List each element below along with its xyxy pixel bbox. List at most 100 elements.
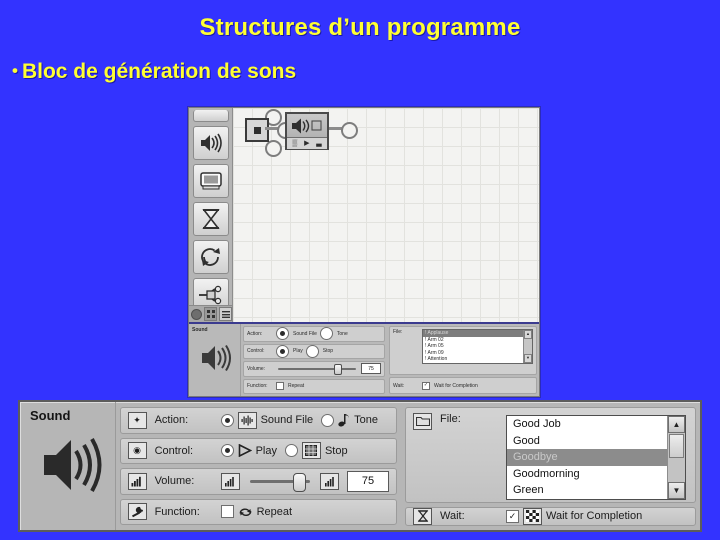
page-title: Structures d’un programme [199, 14, 521, 41]
sound-block[interactable]: ▒ ▶ ▃ [285, 112, 329, 150]
loop-arrows-glyph [200, 248, 220, 266]
inline-wait-option[interactable]: ✓ Wait for Completion [422, 381, 478, 390]
slider-handle[interactable] [293, 472, 307, 492]
inline-file-row: File: ! Applause ! Arm 02 ! Arm 05 ! Arm… [389, 326, 537, 375]
speaker-icon [202, 344, 231, 372]
radio-icon[interactable] [284, 444, 298, 458]
switch-fork-glyph [198, 285, 221, 305]
complete-palette-tab[interactable] [204, 307, 217, 321]
inline-file-list[interactable]: ! Applause ! Arm 02 ! Arm 05 ! Arm 09 ! … [422, 329, 533, 364]
music-note-glyph [338, 414, 349, 427]
volume-high-icon [320, 472, 339, 490]
volume-label: Volume: [154, 475, 195, 488]
control-play-label: Play [255, 444, 277, 457]
list-item[interactable]: ! Attention [423, 356, 523, 363]
radio-icon[interactable] [321, 413, 335, 427]
volume-low-icon [220, 472, 240, 490]
scrollbar-thumb[interactable] [669, 434, 684, 458]
block-palette [189, 108, 233, 322]
bullet-marker: • [12, 61, 18, 80]
radio-icon[interactable] [276, 344, 289, 358]
inline-repeat-label: Repeat [288, 383, 305, 390]
inline-action-tone-option[interactable]: Tone [319, 327, 348, 341]
play-icon [238, 444, 252, 458]
indicator-volume-icon: ▃ [316, 140, 322, 147]
radio-icon[interactable] [276, 327, 289, 341]
file-label: File: [440, 413, 461, 425]
inline-action-soundfile-option[interactable]: Sound File [276, 327, 317, 341]
wait-for-completion-label: Wait for Completion [546, 510, 643, 522]
inline-repeat-option[interactable]: Repeat [276, 382, 305, 391]
folder-glyph [415, 416, 430, 427]
radio-icon[interactable] [305, 344, 319, 358]
inline-control-play-option[interactable]: Play [276, 344, 303, 358]
file-list-scrollbar[interactable]: ▲ ▼ [667, 416, 685, 499]
inline-function-row: Function: Repeat [243, 378, 385, 394]
sound-palette-icon[interactable] [192, 126, 229, 160]
repeat-option[interactable]: Repeat [220, 505, 292, 519]
palette-item-partial-top[interactable] [192, 110, 229, 122]
radio-icon[interactable] [220, 444, 234, 458]
hourglass-glyph [417, 510, 428, 522]
control-row: ◉ Control: Play Stop [119, 437, 397, 464]
display-palette-icon[interactable] [192, 164, 229, 198]
checkerboard-glyph [526, 510, 539, 522]
action-option-sound-file[interactable]: Sound File [220, 411, 313, 429]
checkbox-icon[interactable] [276, 382, 284, 391]
program-canvas[interactable]: ▒ ▶ ▃ [233, 108, 539, 322]
checkbox-icon[interactable]: ✓ [506, 509, 519, 523]
inline-control-stop-option[interactable]: Stop [305, 344, 334, 358]
volume-slider[interactable] [249, 472, 310, 492]
speaker-icon [292, 118, 322, 133]
scroll-down-icon[interactable]: ▼ [668, 481, 685, 499]
list-item[interactable]: Goodmorning [507, 466, 667, 483]
common-palette-tab[interactable] [191, 308, 202, 320]
custom-palette-tab[interactable] [219, 307, 232, 321]
sound-panel-header: Sound [20, 402, 116, 530]
inline-volume-slider[interactable] [278, 363, 356, 375]
action-option-tone[interactable]: Tone [321, 413, 378, 427]
checkbox-icon[interactable] [220, 505, 234, 519]
scrollbar-track[interactable] [668, 459, 685, 482]
wrench-glyph [131, 506, 143, 518]
sound-configuration-panel: Sound ✦ Action: Sound File Tone ◉ Contro… [18, 400, 702, 532]
inline-file-scrollbar[interactable]: ▲ ▼ [523, 330, 532, 363]
checkbox-icon[interactable]: ✓ [422, 381, 430, 390]
waveform-icon [237, 411, 257, 429]
inline-control-row: Control: Play Stop [243, 343, 385, 359]
inline-volume-value[interactable]: 75 [361, 363, 381, 375]
folder-icon [413, 413, 432, 430]
inline-action-label: Action: [247, 330, 263, 337]
wait-for-completion-option[interactable]: ✓ Wait for Completion [506, 507, 643, 525]
inline-control-stop-label: Stop [322, 348, 334, 355]
waveform-glyph [241, 415, 253, 426]
loop-palette-icon[interactable] [192, 240, 229, 274]
scroll-down-icon[interactable]: ▼ [524, 353, 532, 363]
list-item[interactable]: Good [507, 433, 667, 450]
inline-wait-label: Wait: [393, 382, 405, 389]
control-option-play[interactable]: Play [220, 444, 277, 458]
slider-handle[interactable] [334, 363, 343, 375]
file-list-items: Good Job Good Goodbye Goodmorning Green [507, 416, 667, 499]
scroll-up-icon[interactable]: ▲ [524, 330, 532, 339]
bullet-line: • Bloc de génération de sons [12, 60, 296, 84]
list-item[interactable]: Good Job [507, 416, 667, 433]
volume-value-field[interactable]: 75 [347, 470, 389, 492]
indicator-waveform-icon: ▒ [292, 140, 298, 147]
palette-tab-bar [189, 305, 232, 322]
start-block[interactable] [245, 118, 269, 142]
list-item-selected[interactable]: Goodbye [507, 449, 667, 466]
monitor-glyph [199, 172, 222, 190]
repeat-arrows-glyph [239, 508, 251, 516]
wait-palette-icon[interactable] [192, 202, 229, 236]
action-label: Action: [154, 414, 189, 427]
radio-icon[interactable] [220, 413, 234, 427]
note-icon [338, 413, 350, 427]
file-list[interactable]: Good Job Good Goodbye Goodmorning Green … [506, 415, 686, 500]
control-option-stop[interactable]: Stop [284, 442, 348, 460]
bullet-text: Bloc de génération de sons [21, 60, 297, 83]
radio-icon[interactable] [319, 327, 333, 341]
scroll-up-icon[interactable]: ▲ [668, 416, 685, 433]
list-item[interactable]: Green [507, 482, 667, 499]
stop-square-glyph [305, 445, 318, 457]
